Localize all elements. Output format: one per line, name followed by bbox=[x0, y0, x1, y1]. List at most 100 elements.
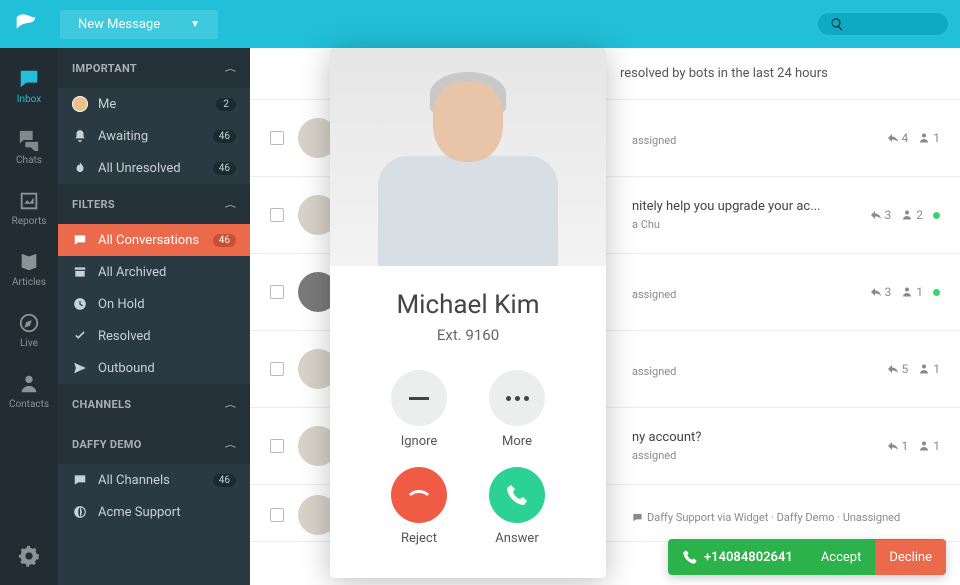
chats-icon bbox=[18, 129, 40, 151]
nav-acme-support[interactable]: Acme Support bbox=[58, 496, 250, 528]
row-checkbox[interactable] bbox=[270, 208, 284, 222]
nav-all-conversations[interactable]: All Conversations 46 bbox=[58, 224, 250, 256]
new-message-button[interactable]: New Message ▼ bbox=[60, 10, 218, 39]
speech-icon bbox=[73, 233, 87, 247]
rail-inbox[interactable]: Inbox bbox=[0, 58, 58, 115]
section-channels[interactable]: CHANNELS ︿ bbox=[58, 384, 250, 424]
incoming-call-bar: +14084802641 Accept Decline bbox=[668, 539, 946, 575]
rail-chats[interactable]: Chats bbox=[0, 119, 58, 176]
row-checkbox[interactable] bbox=[270, 285, 284, 299]
speech-icon bbox=[73, 473, 87, 487]
hangup-icon bbox=[407, 483, 431, 507]
button-label: Decline bbox=[889, 550, 932, 565]
row-meta: assigned bbox=[632, 449, 873, 462]
row-checkbox[interactable] bbox=[270, 362, 284, 376]
send-icon bbox=[73, 361, 87, 375]
new-message-label: New Message bbox=[78, 17, 160, 32]
row-meta: a Chu bbox=[632, 218, 856, 231]
row-checkbox[interactable] bbox=[270, 439, 284, 453]
nav-on-hold[interactable]: On Hold bbox=[58, 288, 250, 320]
section-title: CHANNELS bbox=[72, 398, 131, 411]
rail-reports[interactable]: Reports bbox=[0, 180, 58, 237]
section-filters[interactable]: FILTERS ︿ bbox=[58, 184, 250, 224]
count-badge: 46 bbox=[213, 234, 236, 247]
count-badge: 46 bbox=[213, 162, 236, 175]
person-icon bbox=[18, 373, 40, 395]
person-icon bbox=[901, 286, 913, 298]
reply-icon bbox=[887, 440, 899, 452]
button-label: Ignore bbox=[401, 434, 438, 449]
accept-button[interactable]: Accept bbox=[807, 540, 876, 575]
decline-button[interactable]: Decline bbox=[875, 540, 946, 575]
bell-icon bbox=[73, 129, 87, 143]
person-icon bbox=[918, 132, 930, 144]
row-meta: assigned bbox=[632, 134, 873, 147]
globe-icon bbox=[73, 505, 87, 519]
more-icon bbox=[506, 396, 529, 401]
chat-bubble-icon bbox=[18, 68, 40, 90]
caller-extension: Ext. 9160 bbox=[330, 326, 606, 344]
incoming-call-card: Michael Kim Ext. 9160 Ignore More Reject… bbox=[330, 48, 606, 578]
nav-unresolved[interactable]: All Unresolved 46 bbox=[58, 152, 250, 184]
compass-icon bbox=[18, 312, 40, 334]
chevron-up-icon: ︿ bbox=[225, 439, 236, 449]
reply-icon bbox=[887, 363, 899, 375]
person-icon bbox=[918, 363, 930, 375]
clock-icon bbox=[73, 297, 87, 311]
more-button[interactable]: More bbox=[489, 370, 545, 449]
caller-photo bbox=[330, 48, 606, 266]
rail-live[interactable]: Live bbox=[0, 302, 58, 359]
reject-button[interactable]: Reject bbox=[391, 467, 447, 546]
phone-icon bbox=[682, 549, 698, 565]
archive-icon bbox=[73, 265, 87, 279]
nav-label: All Archived bbox=[98, 265, 236, 280]
row-subject: nitely help you upgrade your ac... bbox=[632, 199, 856, 214]
nav-outbound[interactable]: Outbound bbox=[58, 352, 250, 384]
minus-icon bbox=[409, 397, 429, 400]
person-icon bbox=[918, 440, 930, 452]
answer-button[interactable]: Answer bbox=[489, 467, 545, 546]
button-label: More bbox=[502, 434, 532, 449]
button-label: Accept bbox=[821, 550, 862, 565]
nav-label: Me bbox=[98, 97, 206, 112]
count-badge: 46 bbox=[213, 130, 236, 143]
nav-label: Awaiting bbox=[98, 129, 203, 144]
ignore-button[interactable]: Ignore bbox=[391, 370, 447, 449]
rail-label: Reports bbox=[12, 216, 47, 227]
nav-all-channels[interactable]: All Channels 46 bbox=[58, 464, 250, 496]
reply-icon bbox=[870, 209, 882, 221]
gear-icon bbox=[18, 545, 40, 567]
nav-label: All Unresolved bbox=[98, 161, 203, 176]
nav-me[interactable]: Me 2 bbox=[58, 88, 250, 120]
nav-resolved[interactable]: Resolved bbox=[58, 320, 250, 352]
rail-articles[interactable]: Articles bbox=[0, 241, 58, 298]
phone-icon bbox=[505, 483, 529, 507]
section-important[interactable]: IMPORTANT ︿ bbox=[58, 48, 250, 88]
row-checkbox[interactable] bbox=[270, 131, 284, 145]
count-badge: 46 bbox=[213, 474, 236, 487]
row-meta: Daffy Support via Widget · Daffy Demo · … bbox=[632, 511, 940, 524]
rail-label: Articles bbox=[12, 277, 46, 288]
search-input[interactable] bbox=[818, 13, 948, 35]
nav-all-archived[interactable]: All Archived bbox=[58, 256, 250, 288]
online-dot-icon bbox=[933, 289, 940, 296]
section-title: IMPORTANT bbox=[72, 62, 137, 75]
nav-awaiting[interactable]: Awaiting 46 bbox=[58, 120, 250, 152]
row-checkbox[interactable] bbox=[270, 508, 284, 522]
nav-label: Acme Support bbox=[98, 505, 236, 520]
reply-icon bbox=[887, 132, 899, 144]
row-meta: assigned bbox=[632, 288, 856, 301]
chevron-down-icon: ▼ bbox=[190, 19, 200, 30]
rail-label: Live bbox=[20, 338, 38, 349]
search-icon bbox=[830, 17, 844, 31]
nav-label: Outbound bbox=[98, 361, 236, 376]
chat-outline-icon bbox=[632, 512, 643, 523]
chevron-up-icon: ︿ bbox=[225, 399, 236, 409]
settings-button[interactable] bbox=[18, 531, 40, 585]
rail-label: Chats bbox=[16, 155, 42, 166]
nav-label: Resolved bbox=[98, 329, 236, 344]
app-logo[interactable] bbox=[12, 10, 40, 38]
section-daffy-demo[interactable]: DAFFY DEMO ︿ bbox=[58, 424, 250, 464]
rail-contacts[interactable]: Contacts bbox=[0, 363, 58, 420]
rail-label: Contacts bbox=[9, 399, 49, 410]
